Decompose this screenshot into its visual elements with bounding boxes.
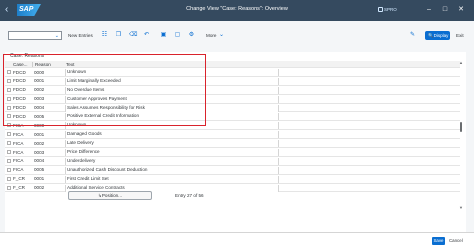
display-button[interactable]: 🔍Display [425, 31, 450, 40]
scroll-up-icon[interactable]: ▲ [458, 60, 464, 65]
reason-cell: 0001 [34, 176, 45, 182]
pencil-icon[interactable]: ✎ [409, 32, 416, 39]
transaction-select[interactable]: ⌄ [8, 31, 62, 40]
row-select-checkbox[interactable] [7, 176, 11, 181]
chevron-down-icon: ⌄ [54, 33, 59, 39]
scroll-down-icon[interactable]: ▼ [458, 205, 464, 210]
save-button[interactable]: Save [432, 237, 445, 245]
case-cell: F_CR [13, 176, 25, 182]
save-icon[interactable]: ☷ [101, 32, 108, 39]
footer-bar: Save Cancel [0, 232, 474, 248]
maximize-icon[interactable]: □ [440, 3, 450, 16]
position-button[interactable]: ↳Position... [68, 191, 152, 200]
reason-cell: 0001 [34, 131, 45, 137]
undo-icon[interactable]: ↶ [143, 32, 150, 39]
case-cell: FICA [13, 149, 24, 155]
row-select-checkbox[interactable] [7, 141, 11, 146]
system-id: SPRO [384, 7, 397, 12]
copy-icon[interactable]: ❐ [115, 32, 122, 39]
table-row[interactable]: FICA 0001 Damaged Goods [5, 130, 460, 140]
reason-cell: 0005 [34, 167, 45, 173]
display-label: Display [433, 33, 449, 38]
reason-cell: 0002 [34, 140, 45, 146]
text-field[interactable]: Late Delivery [65, 140, 279, 148]
row-select-checkbox[interactable] [7, 185, 11, 190]
table-row[interactable]: FICA 0004 Underdelivery [5, 157, 460, 166]
table-row[interactable]: FICA 0005 Unauthorized Cash Discount Deduc… [5, 166, 460, 175]
row-select-checkbox[interactable] [7, 158, 11, 163]
row-select-checkbox[interactable] [7, 132, 11, 137]
text-field[interactable]: Price Difference [65, 149, 279, 157]
text-field[interactable]: Underdelivery [65, 157, 279, 165]
case-cell: F_CR [13, 185, 25, 191]
position-label: Position... [101, 193, 123, 198]
system-icon [378, 7, 383, 12]
table-row[interactable]: FICA 0002 Late Delivery [5, 139, 460, 149]
shell-bar: ‹ SAP Change View "Case: Reasons": Overv… [0, 0, 474, 21]
select-all-icon[interactable]: ▣ [160, 32, 167, 39]
row-select-checkbox[interactable] [7, 167, 11, 172]
chevron-down-icon[interactable]: ⌄ [218, 32, 225, 39]
reason-cell: 0004 [34, 158, 45, 164]
app-toolbar: ⌄ New Entries ☷ ❐ ⌫ ↶ ▣ ▢ ⚙ More ⌄ ✎ 🔍Di… [0, 26, 474, 44]
text-field[interactable]: Damaged Goods [65, 131, 279, 139]
text-field[interactable]: Unauthorized Cash Discount Deduction [65, 166, 279, 174]
exit-button[interactable]: Exit [456, 33, 464, 38]
table-row[interactable]: F_CR 0001 First Credit Limit Set [5, 175, 460, 184]
vertical-scrollbar[interactable]: ▲ ▼ [458, 60, 464, 210]
text-field[interactable]: First Credit Limit Set [65, 175, 279, 183]
reason-cell: 0003 [34, 149, 45, 155]
case-cell: FICA [13, 167, 24, 173]
deselect-icon[interactable]: ▢ [174, 32, 181, 39]
highlight-box [3, 54, 206, 126]
window-title: Change View "Case: Reasons": Overview [186, 6, 288, 12]
cancel-button[interactable]: Cancel [449, 238, 463, 243]
case-cell: FICA [13, 158, 24, 164]
scroll-thumb[interactable] [459, 122, 462, 132]
case-cell: FICA [13, 131, 24, 137]
more-button[interactable]: More [206, 33, 216, 38]
close-icon[interactable]: ✕ [456, 3, 466, 16]
minimize-icon[interactable]: – [424, 3, 434, 16]
delete-icon[interactable]: ⌫ [129, 32, 137, 39]
entry-counter: Entry 27 of 56 [175, 193, 204, 198]
table-row[interactable]: FICA 0003 Price Difference [5, 148, 460, 157]
case-cell: FICA [13, 140, 24, 146]
row-select-checkbox[interactable] [7, 150, 11, 155]
reason-cell: 0002 [34, 185, 45, 191]
new-entries-button[interactable]: New Entries [68, 33, 93, 38]
settings-icon[interactable]: ⚙ [188, 32, 195, 39]
